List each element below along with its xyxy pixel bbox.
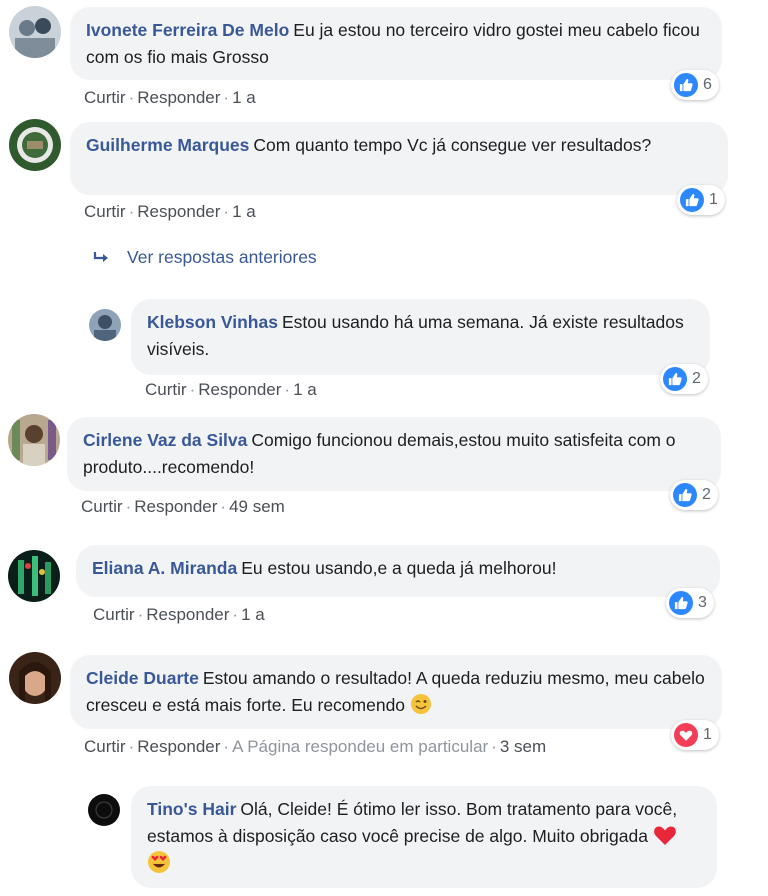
like-icon	[674, 73, 698, 97]
heart-eyes-emoji	[148, 851, 170, 873]
avatar[interactable]	[9, 119, 61, 171]
love-icon	[674, 723, 698, 747]
like-icon	[680, 188, 704, 212]
comment-text: Com quanto tempo Vc já consegue ver resu…	[253, 135, 652, 155]
page-replied-note: A Página respondeu em particular	[232, 737, 489, 756]
reaction-count[interactable]: 2	[660, 364, 708, 394]
reaction-number: 6	[703, 76, 712, 93]
wink-emoji	[410, 694, 431, 714]
heart-emoji	[654, 826, 676, 845]
timestamp[interactable]: 1 a	[232, 202, 256, 221]
comment-author[interactable]: Klebson Vinhas	[147, 312, 278, 332]
timestamp[interactable]: 49 sem	[229, 497, 285, 516]
comment-bubble: Cleide Duarte Estou amando o resultado! A…	[70, 655, 722, 729]
comment-author[interactable]: Ivonete Ferreira De Melo	[86, 20, 289, 40]
timestamp[interactable]: 1 a	[232, 88, 256, 107]
like-icon	[663, 367, 687, 391]
comment-bubble: Eliana A. Miranda Eu estou usando,e a que…	[76, 545, 720, 597]
comment-author[interactable]: Tino's Hair	[147, 799, 236, 819]
comment-author[interactable]: Eliana A. Miranda	[92, 558, 237, 578]
reply-arrow-icon	[93, 251, 108, 262]
like-link[interactable]: Curtir	[84, 202, 126, 221]
comment-bubble: Guilherme Marques Com quanto tempo Vc já …	[70, 122, 728, 195]
comment-actions: Curtir · Responder · 1 a	[84, 88, 256, 107]
comment-actions: Curtir · Responder · 1 a	[145, 380, 317, 399]
like-link[interactable]: Curtir	[81, 497, 123, 516]
avatar[interactable]	[89, 309, 121, 341]
reaction-number: 3	[698, 594, 707, 611]
like-icon	[669, 591, 693, 615]
like-link[interactable]: Curtir	[93, 605, 135, 624]
view-previous-replies[interactable]: Ver respostas anteriores	[93, 247, 317, 268]
reaction-number: 2	[692, 370, 701, 387]
like-link[interactable]: Curtir	[145, 380, 187, 399]
timestamp[interactable]: 1 a	[293, 380, 317, 399]
reply-link[interactable]: Responder	[137, 737, 220, 756]
reply-link[interactable]: Responder	[134, 497, 217, 516]
reaction-count[interactable]: 6	[671, 70, 719, 100]
comment-bubble: Ivonete Ferreira De Melo Eu ja estou no t…	[70, 7, 722, 80]
comment-actions: Curtir · Responder · 49 sem	[81, 497, 285, 516]
reply-link[interactable]: Responder	[137, 202, 220, 221]
reaction-count[interactable]: 3	[666, 588, 714, 618]
comment-author[interactable]: Guilherme Marques	[86, 135, 249, 155]
reply-link[interactable]: Responder	[146, 605, 229, 624]
reaction-count[interactable]: 1	[671, 720, 719, 750]
comment-bubble: Klebson Vinhas Estou usando há uma semana…	[131, 299, 710, 375]
avatar[interactable]	[88, 794, 120, 826]
comment-author[interactable]: Cirlene Vaz da Silva	[83, 430, 247, 450]
comment-actions: Curtir · Responder · A Página respondeu em p…	[84, 737, 547, 756]
reaction-number: 1	[703, 726, 712, 743]
comment-actions: Curtir · Responder · 1 a	[84, 202, 256, 221]
comment-text: Eu estou usando,e a queda já melhorou!	[241, 558, 557, 578]
reply-link[interactable]: Responder	[198, 380, 281, 399]
view-previous-label: Ver respostas anteriores	[127, 247, 317, 267]
reaction-count[interactable]: 2	[670, 480, 718, 510]
avatar[interactable]	[8, 414, 60, 466]
reaction-number: 2	[702, 486, 711, 503]
like-link[interactable]: Curtir	[84, 88, 126, 107]
comment-bubble: Tino's Hair Olá, Cleide! É ótimo ler isso…	[131, 786, 717, 888]
reaction-count[interactable]: 1	[677, 185, 725, 215]
comment-bubble: Cirlene Vaz da Silva Comigo funcionou dem…	[67, 417, 721, 491]
like-icon	[673, 483, 697, 507]
timestamp[interactable]: 1 a	[241, 605, 265, 624]
timestamp[interactable]: 3 sem	[500, 737, 546, 756]
like-link[interactable]: Curtir	[84, 737, 126, 756]
avatar[interactable]	[8, 550, 60, 602]
avatar[interactable]	[9, 652, 61, 704]
avatar[interactable]	[9, 6, 61, 58]
comment-actions: Curtir · Responder · 1 a	[93, 605, 265, 624]
reply-link[interactable]: Responder	[137, 88, 220, 107]
comment-author[interactable]: Cleide Duarte	[86, 668, 199, 688]
reaction-number: 1	[709, 191, 718, 208]
